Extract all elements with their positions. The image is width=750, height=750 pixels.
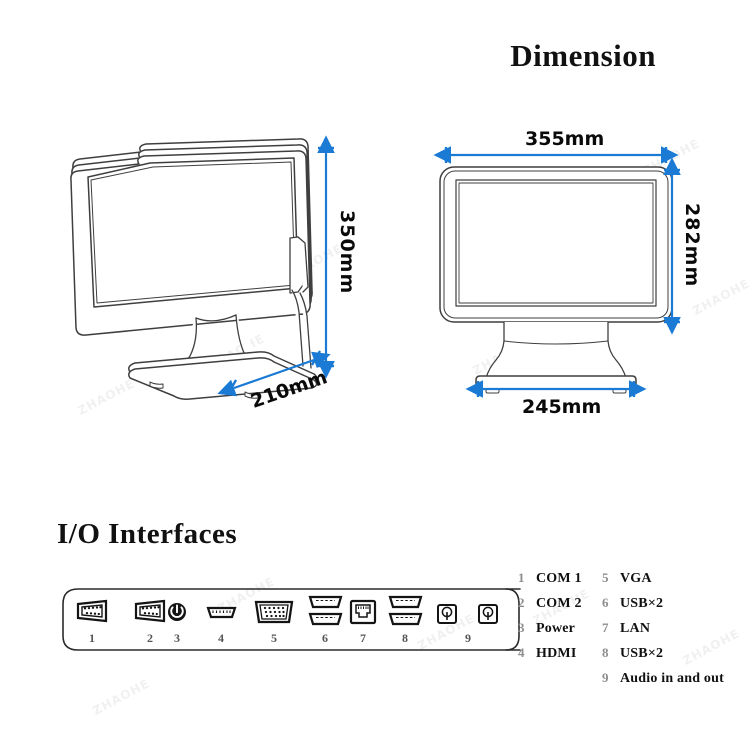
vga-port-icon (254, 600, 294, 624)
legend-item: 9 Audio in and out (602, 670, 724, 695)
page-title-io-interfaces: I/O Interfaces (57, 518, 238, 550)
legend-label: VGA (620, 571, 652, 586)
port-number-6: 6 (322, 631, 328, 645)
audio-jack-icon (478, 604, 498, 624)
legend-number: 6 (602, 595, 609, 610)
watermark: ZHAOHE (150, 256, 213, 298)
watermark: ZHAOHE (470, 336, 533, 378)
legend-item: 4 HDMI (518, 645, 582, 670)
port-number-4: 4 (218, 631, 224, 645)
legend-label: COM 2 (536, 596, 582, 611)
legend-number: 1 (518, 570, 525, 585)
legend-item: 5 VGA (602, 570, 724, 595)
legend-number: 8 (602, 645, 609, 660)
power-button-icon (168, 603, 186, 621)
usb-dual-port-icon (308, 595, 343, 626)
port-number-8: 8 (402, 631, 408, 645)
legend-item: 1 COM 1 (518, 570, 582, 595)
io-legend-column-1: 1 COM 1 2 COM 2 3 Power 4 HDMI (518, 570, 582, 670)
watermark: ZHAOHE (455, 186, 518, 228)
dimension-label-height-side: 350mm (336, 210, 358, 295)
db9-serial-port-icon (76, 599, 108, 623)
port-number-9: 9 (465, 631, 471, 645)
legend-label: Audio in and out (620, 671, 724, 686)
legend-label: USB×2 (620, 596, 664, 611)
usb-dual-port-icon (388, 595, 423, 626)
dimension-label-width: 355mm (525, 128, 605, 150)
legend-label: COM 1 (536, 571, 582, 586)
io-panel-outline (62, 588, 521, 651)
legend-number: 4 (518, 645, 525, 660)
legend-label: HDMI (536, 646, 577, 661)
port-number-2: 2 (147, 631, 153, 645)
watermark: ZHAOHE (205, 331, 268, 373)
watermark: ZHAOHE (600, 286, 663, 328)
legend-number: 7 (602, 620, 609, 635)
legend-label: Power (536, 621, 576, 636)
legend-number: 5 (602, 570, 609, 585)
legend-item: 3 Power (518, 620, 582, 645)
watermark: ZHAOHE (608, 181, 671, 223)
rj45-lan-port-icon (349, 599, 377, 625)
legend-item: 7 LAN (602, 620, 724, 645)
port-number-5: 5 (271, 631, 277, 645)
dimension-label-base-width: 245mm (522, 396, 602, 418)
legend-label: LAN (620, 621, 651, 636)
dimension-label-height-front: 282mm (681, 203, 703, 288)
legend-item: 8 USB×2 (602, 645, 724, 670)
io-port-icons (76, 595, 498, 626)
legend-label: USB×2 (620, 646, 664, 661)
io-legend-column-2: 5 VGA 6 USB×2 7 LAN 8 USB×2 9 Audio in a… (602, 570, 724, 695)
watermark: ZHAOHE (640, 136, 703, 178)
watermark: ZHAOHE (90, 676, 153, 718)
legend-item: 6 USB×2 (602, 595, 724, 620)
port-number-7: 7 (360, 631, 366, 645)
port-number-1: 1 (89, 631, 95, 645)
legend-number: 3 (518, 620, 525, 635)
dimension-line-245mm (465, 380, 647, 398)
page-title-dimension: Dimension (510, 38, 656, 73)
watermark: ZHAOHE (75, 376, 138, 418)
spec-sheet-page: ZHAOHE ZHAOHE ZHAOHE ZHAOHE ZHAOHE ZHAOH… (0, 0, 750, 750)
legend-number: 2 (518, 595, 525, 610)
watermark: ZHAOHE (545, 341, 608, 383)
legend-item: 2 COM 2 (518, 595, 582, 620)
db9-serial-port-icon (134, 599, 166, 623)
port-number-3: 3 (174, 631, 180, 645)
watermark: ZHAOHE (215, 574, 278, 616)
dimension-label-depth: 210mm (248, 366, 331, 413)
legend-number: 9 (602, 670, 609, 685)
